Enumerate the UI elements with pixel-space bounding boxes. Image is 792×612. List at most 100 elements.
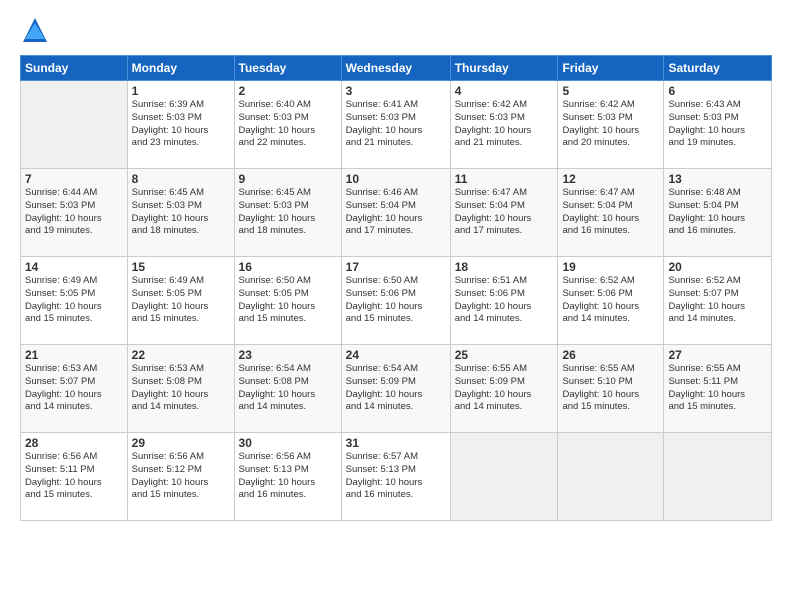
day-number: 3 (346, 84, 446, 98)
day-info: Sunrise: 6:53 AMSunset: 5:07 PMDaylight:… (25, 363, 123, 414)
calendar-cell (664, 433, 772, 521)
calendar-cell: 2Sunrise: 6:40 AMSunset: 5:03 PMDaylight… (234, 81, 341, 169)
day-number: 13 (668, 172, 767, 186)
day-info: Sunrise: 6:55 AMSunset: 5:10 PMDaylight:… (562, 363, 659, 414)
calendar-cell (450, 433, 558, 521)
day-number: 1 (132, 84, 230, 98)
calendar-week-row: 14Sunrise: 6:49 AMSunset: 5:05 PMDayligh… (21, 257, 772, 345)
weekday-header: Tuesday (234, 56, 341, 81)
day-info: Sunrise: 6:47 AMSunset: 5:04 PMDaylight:… (562, 187, 659, 238)
day-info: Sunrise: 6:45 AMSunset: 5:03 PMDaylight:… (132, 187, 230, 238)
weekday-header: Monday (127, 56, 234, 81)
day-number: 20 (668, 260, 767, 274)
day-number: 26 (562, 348, 659, 362)
logo-icon (20, 15, 50, 45)
calendar-cell: 27Sunrise: 6:55 AMSunset: 5:11 PMDayligh… (664, 345, 772, 433)
calendar-cell: 3Sunrise: 6:41 AMSunset: 5:03 PMDaylight… (341, 81, 450, 169)
day-number: 23 (239, 348, 337, 362)
calendar-cell (558, 433, 664, 521)
day-info: Sunrise: 6:41 AMSunset: 5:03 PMDaylight:… (346, 99, 446, 150)
day-info: Sunrise: 6:46 AMSunset: 5:04 PMDaylight:… (346, 187, 446, 238)
day-number: 30 (239, 436, 337, 450)
calendar-cell: 10Sunrise: 6:46 AMSunset: 5:04 PMDayligh… (341, 169, 450, 257)
calendar-cell: 9Sunrise: 6:45 AMSunset: 5:03 PMDaylight… (234, 169, 341, 257)
calendar-cell: 18Sunrise: 6:51 AMSunset: 5:06 PMDayligh… (450, 257, 558, 345)
day-number: 8 (132, 172, 230, 186)
day-info: Sunrise: 6:48 AMSunset: 5:04 PMDaylight:… (668, 187, 767, 238)
day-number: 15 (132, 260, 230, 274)
day-info: Sunrise: 6:57 AMSunset: 5:13 PMDaylight:… (346, 451, 446, 502)
day-number: 31 (346, 436, 446, 450)
calendar-cell: 4Sunrise: 6:42 AMSunset: 5:03 PMDaylight… (450, 81, 558, 169)
day-number: 12 (562, 172, 659, 186)
day-info: Sunrise: 6:56 AMSunset: 5:11 PMDaylight:… (25, 451, 123, 502)
day-info: Sunrise: 6:55 AMSunset: 5:09 PMDaylight:… (455, 363, 554, 414)
calendar-cell: 21Sunrise: 6:53 AMSunset: 5:07 PMDayligh… (21, 345, 128, 433)
calendar-cell: 30Sunrise: 6:56 AMSunset: 5:13 PMDayligh… (234, 433, 341, 521)
day-number: 19 (562, 260, 659, 274)
calendar-cell: 13Sunrise: 6:48 AMSunset: 5:04 PMDayligh… (664, 169, 772, 257)
day-info: Sunrise: 6:53 AMSunset: 5:08 PMDaylight:… (132, 363, 230, 414)
day-number: 11 (455, 172, 554, 186)
weekday-header: Thursday (450, 56, 558, 81)
weekday-header: Friday (558, 56, 664, 81)
day-number: 7 (25, 172, 123, 186)
day-info: Sunrise: 6:49 AMSunset: 5:05 PMDaylight:… (25, 275, 123, 326)
calendar-cell: 7Sunrise: 6:44 AMSunset: 5:03 PMDaylight… (21, 169, 128, 257)
day-number: 29 (132, 436, 230, 450)
day-info: Sunrise: 6:55 AMSunset: 5:11 PMDaylight:… (668, 363, 767, 414)
day-info: Sunrise: 6:50 AMSunset: 5:05 PMDaylight:… (239, 275, 337, 326)
day-info: Sunrise: 6:40 AMSunset: 5:03 PMDaylight:… (239, 99, 337, 150)
calendar-week-row: 1Sunrise: 6:39 AMSunset: 5:03 PMDaylight… (21, 81, 772, 169)
day-info: Sunrise: 6:52 AMSunset: 5:07 PMDaylight:… (668, 275, 767, 326)
day-info: Sunrise: 6:56 AMSunset: 5:12 PMDaylight:… (132, 451, 230, 502)
day-info: Sunrise: 6:49 AMSunset: 5:05 PMDaylight:… (132, 275, 230, 326)
calendar-cell: 23Sunrise: 6:54 AMSunset: 5:08 PMDayligh… (234, 345, 341, 433)
day-number: 27 (668, 348, 767, 362)
day-info: Sunrise: 6:50 AMSunset: 5:06 PMDaylight:… (346, 275, 446, 326)
day-info: Sunrise: 6:45 AMSunset: 5:03 PMDaylight:… (239, 187, 337, 238)
calendar-week-row: 7Sunrise: 6:44 AMSunset: 5:03 PMDaylight… (21, 169, 772, 257)
day-number: 5 (562, 84, 659, 98)
calendar-cell: 1Sunrise: 6:39 AMSunset: 5:03 PMDaylight… (127, 81, 234, 169)
day-info: Sunrise: 6:42 AMSunset: 5:03 PMDaylight:… (562, 99, 659, 150)
calendar-cell: 26Sunrise: 6:55 AMSunset: 5:10 PMDayligh… (558, 345, 664, 433)
weekday-header: Sunday (21, 56, 128, 81)
calendar-cell: 28Sunrise: 6:56 AMSunset: 5:11 PMDayligh… (21, 433, 128, 521)
calendar-cell: 16Sunrise: 6:50 AMSunset: 5:05 PMDayligh… (234, 257, 341, 345)
calendar-week-row: 28Sunrise: 6:56 AMSunset: 5:11 PMDayligh… (21, 433, 772, 521)
calendar: SundayMondayTuesdayWednesdayThursdayFrid… (20, 55, 772, 521)
day-number: 10 (346, 172, 446, 186)
weekday-header: Saturday (664, 56, 772, 81)
calendar-cell: 6Sunrise: 6:43 AMSunset: 5:03 PMDaylight… (664, 81, 772, 169)
day-number: 22 (132, 348, 230, 362)
calendar-cell: 15Sunrise: 6:49 AMSunset: 5:05 PMDayligh… (127, 257, 234, 345)
day-number: 28 (25, 436, 123, 450)
day-info: Sunrise: 6:54 AMSunset: 5:08 PMDaylight:… (239, 363, 337, 414)
logo (20, 15, 54, 45)
calendar-cell: 17Sunrise: 6:50 AMSunset: 5:06 PMDayligh… (341, 257, 450, 345)
calendar-cell: 24Sunrise: 6:54 AMSunset: 5:09 PMDayligh… (341, 345, 450, 433)
calendar-cell: 11Sunrise: 6:47 AMSunset: 5:04 PMDayligh… (450, 169, 558, 257)
calendar-cell: 22Sunrise: 6:53 AMSunset: 5:08 PMDayligh… (127, 345, 234, 433)
day-number: 14 (25, 260, 123, 274)
day-info: Sunrise: 6:54 AMSunset: 5:09 PMDaylight:… (346, 363, 446, 414)
calendar-cell: 31Sunrise: 6:57 AMSunset: 5:13 PMDayligh… (341, 433, 450, 521)
calendar-cell: 5Sunrise: 6:42 AMSunset: 5:03 PMDaylight… (558, 81, 664, 169)
calendar-cell: 12Sunrise: 6:47 AMSunset: 5:04 PMDayligh… (558, 169, 664, 257)
day-number: 25 (455, 348, 554, 362)
calendar-cell: 8Sunrise: 6:45 AMSunset: 5:03 PMDaylight… (127, 169, 234, 257)
day-number: 17 (346, 260, 446, 274)
weekday-header: Wednesday (341, 56, 450, 81)
day-info: Sunrise: 6:39 AMSunset: 5:03 PMDaylight:… (132, 99, 230, 150)
day-info: Sunrise: 6:52 AMSunset: 5:06 PMDaylight:… (562, 275, 659, 326)
calendar-cell: 25Sunrise: 6:55 AMSunset: 5:09 PMDayligh… (450, 345, 558, 433)
day-info: Sunrise: 6:47 AMSunset: 5:04 PMDaylight:… (455, 187, 554, 238)
day-number: 16 (239, 260, 337, 274)
calendar-cell: 29Sunrise: 6:56 AMSunset: 5:12 PMDayligh… (127, 433, 234, 521)
day-number: 18 (455, 260, 554, 274)
day-number: 6 (668, 84, 767, 98)
day-info: Sunrise: 6:42 AMSunset: 5:03 PMDaylight:… (455, 99, 554, 150)
day-info: Sunrise: 6:56 AMSunset: 5:13 PMDaylight:… (239, 451, 337, 502)
weekday-header-row: SundayMondayTuesdayWednesdayThursdayFrid… (21, 56, 772, 81)
